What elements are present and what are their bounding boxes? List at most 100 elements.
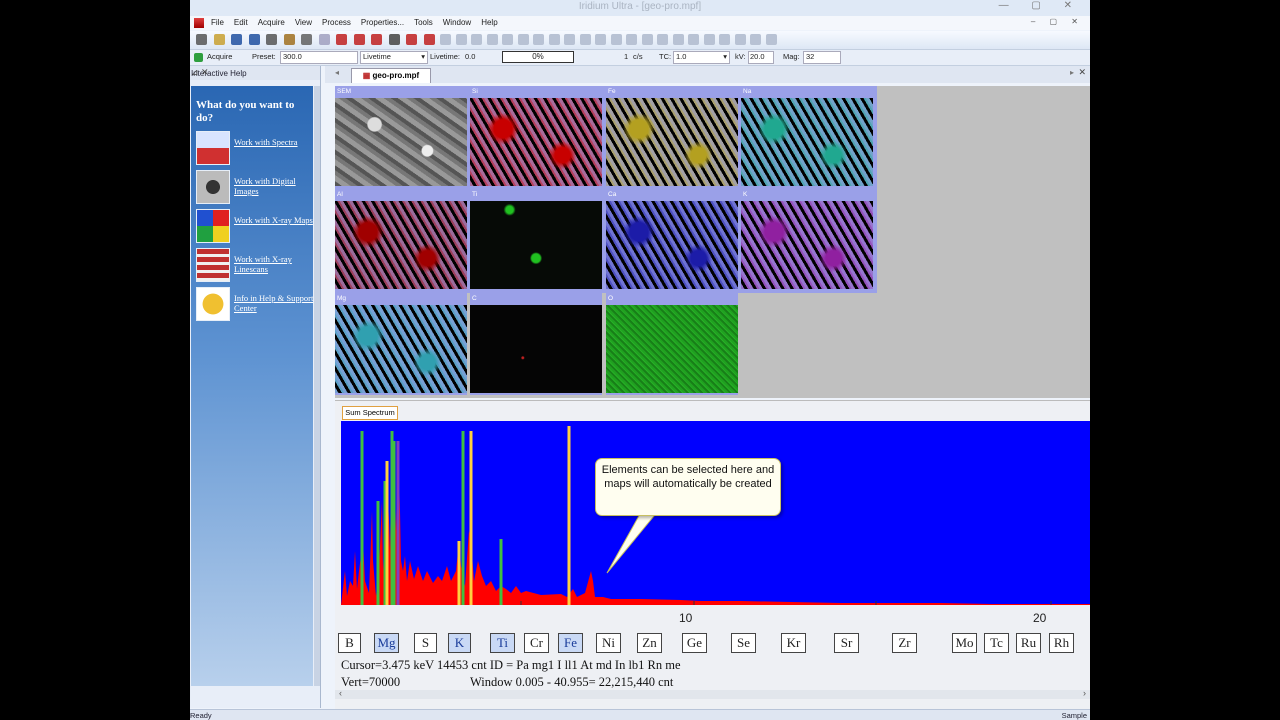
element-button-cr[interactable]: Cr — [524, 633, 549, 653]
element-button-ti[interactable]: Ti — [490, 633, 515, 653]
xray-map-tile[interactable]: Fe — [606, 86, 738, 188]
toolbar-tool-icon[interactable] — [440, 34, 451, 45]
element-button-ru[interactable]: Ru — [1016, 633, 1041, 653]
xray-map-tile[interactable]: O — [606, 293, 738, 395]
toolbar-tool-icon[interactable] — [750, 34, 761, 45]
help-item-link[interactable]: Work with X-ray Maps — [234, 215, 314, 225]
window-controls[interactable]: — ▢ ✕ — [999, 0, 1082, 11]
camera-icon[interactable] — [301, 34, 312, 45]
close-icon[interactable]: ✕ — [1078, 67, 1086, 78]
help-item[interactable]: Info in Help & Support Center — [196, 287, 314, 321]
open-folder-icon[interactable] — [213, 34, 225, 45]
element-button-b[interactable]: B — [338, 633, 361, 653]
new-file-icon[interactable] — [196, 34, 207, 45]
mode-select[interactable]: Livetime ▾ — [360, 51, 428, 64]
element-button-kr[interactable]: Kr — [781, 633, 806, 653]
scroll-left-icon[interactable]: ‹ — [339, 688, 342, 698]
spectrum-icon[interactable] — [336, 34, 347, 45]
element-button-ni[interactable]: Ni — [596, 633, 621, 653]
toolbar-tool-icon[interactable] — [517, 34, 529, 45]
spectra-icon[interactable] — [196, 131, 230, 165]
xray-map-tile[interactable]: Ti — [470, 189, 602, 291]
toolbar-tool-icon[interactable] — [564, 34, 575, 45]
menu-item-help[interactable]: Help — [481, 18, 497, 27]
toolbar-tool-icon[interactable] — [672, 34, 684, 45]
linescan-icon[interactable] — [196, 248, 230, 282]
toolbar-tool-icon[interactable] — [734, 34, 746, 45]
help-item[interactable]: Work with Digital Images — [196, 170, 314, 204]
close-icon[interactable]: ⊿ ✕ — [191, 67, 315, 78]
toolbar-tool-icon[interactable] — [533, 34, 544, 45]
toolbar-tool-icon[interactable] — [626, 34, 637, 45]
menu-item-window[interactable]: Window — [443, 18, 471, 27]
element-button-zr[interactable]: Zr — [892, 633, 917, 653]
tab-scroll-right-icon[interactable]: ▸ — [1070, 68, 1074, 77]
tab-document[interactable]: ▦ geo-pro.mpf — [351, 68, 431, 83]
xray-map-tile[interactable]: Si — [470, 86, 602, 188]
element-button-mg[interactable]: Mg — [374, 633, 399, 653]
element-button-mo[interactable]: Mo — [952, 633, 977, 653]
toolbar-tool-icon[interactable] — [703, 34, 715, 45]
scroll-right-icon[interactable]: › — [1083, 688, 1086, 698]
menu-item-acquire[interactable]: Acquire — [258, 18, 285, 27]
shield-icon[interactable] — [196, 287, 230, 321]
xray-map-tile[interactable]: Mg — [335, 293, 467, 395]
app-icon[interactable] — [194, 18, 204, 28]
toolbar-tool-icon[interactable] — [486, 34, 498, 45]
xray-map-tile[interactable]: C — [470, 293, 602, 395]
menu-item-edit[interactable]: Edit — [234, 18, 248, 27]
element-button-se[interactable]: Se — [731, 633, 756, 653]
toolbar-tool-icon[interactable] — [548, 34, 560, 45]
menu-item-view[interactable]: View — [295, 18, 312, 27]
xray-maps-icon[interactable] — [196, 209, 230, 243]
help-item-link[interactable]: Work with X-ray Linescans — [234, 254, 314, 274]
palette-icon[interactable] — [406, 34, 417, 45]
toolbar-tool-icon[interactable] — [688, 34, 699, 45]
linescan-icon[interactable] — [423, 34, 435, 45]
element-button-s[interactable]: S — [414, 633, 437, 653]
spectrum-scrollbar[interactable]: ‹ › — [335, 688, 1090, 699]
preset-field[interactable]: 300.0 — [280, 51, 358, 64]
toolbar-tool-icon[interactable] — [455, 34, 467, 45]
element-button-ge[interactable]: Ge — [682, 633, 707, 653]
mdi-window-controls[interactable]: – ▢ ✕ — [1031, 17, 1084, 26]
mag-field[interactable]: 32 — [803, 51, 841, 64]
element-button-zn[interactable]: Zn — [637, 633, 662, 653]
key-icon[interactable] — [283, 34, 295, 45]
toolbar-tool-icon[interactable] — [765, 34, 777, 45]
toolbar-tool-icon[interactable] — [595, 34, 606, 45]
element-button-rh[interactable]: Rh — [1049, 633, 1074, 653]
element-button-sr[interactable]: Sr — [834, 633, 859, 653]
map-icon[interactable] — [371, 34, 382, 45]
toolbar-tool-icon[interactable] — [502, 34, 513, 45]
element-button-fe[interactable]: Fe — [558, 633, 583, 653]
xray-map-tile[interactable]: Na — [741, 86, 873, 188]
filter-icon[interactable] — [318, 34, 330, 45]
help-item-link[interactable]: Work with Spectra — [234, 137, 314, 147]
xray-map-tile[interactable]: Ca — [606, 189, 738, 291]
menu-item-process[interactable]: Process — [322, 18, 351, 27]
xray-map-tile[interactable]: SEM — [335, 86, 467, 188]
save-icon[interactable] — [231, 34, 242, 45]
help-item[interactable]: Work with X-ray Linescans — [196, 248, 314, 282]
toolbar-tool-icon[interactable] — [641, 34, 653, 45]
camera-icon[interactable] — [196, 170, 230, 204]
help-item-link[interactable]: Work with Digital Images — [234, 176, 314, 196]
element-button-k[interactable]: K — [448, 633, 471, 653]
kv-field[interactable]: 20.0 — [748, 51, 774, 64]
toolbar-tool-icon[interactable] — [471, 34, 482, 45]
toolbar-tool-icon[interactable] — [610, 34, 622, 45]
help-item[interactable]: Work with X-ray Maps — [196, 209, 314, 243]
help-scrollbar[interactable] — [314, 86, 320, 686]
toolbar-tool-icon[interactable] — [579, 34, 591, 45]
menu-item-properties[interactable]: Properties... — [361, 18, 404, 27]
acquire-button[interactable]: Acquire — [207, 52, 232, 61]
help-item[interactable]: Work with Spectra — [196, 131, 314, 165]
toolbar-tool-icon[interactable] — [657, 34, 668, 45]
camera-icon[interactable] — [388, 34, 400, 45]
tab-scroll-left-icon[interactable]: ◂ — [335, 68, 339, 77]
toolbar-tool-icon[interactable] — [719, 34, 730, 45]
tab-sum-spectrum[interactable]: Sum Spectrum — [342, 406, 398, 420]
xray-map-tile[interactable]: K — [741, 189, 873, 291]
peaks-icon[interactable] — [353, 34, 365, 45]
